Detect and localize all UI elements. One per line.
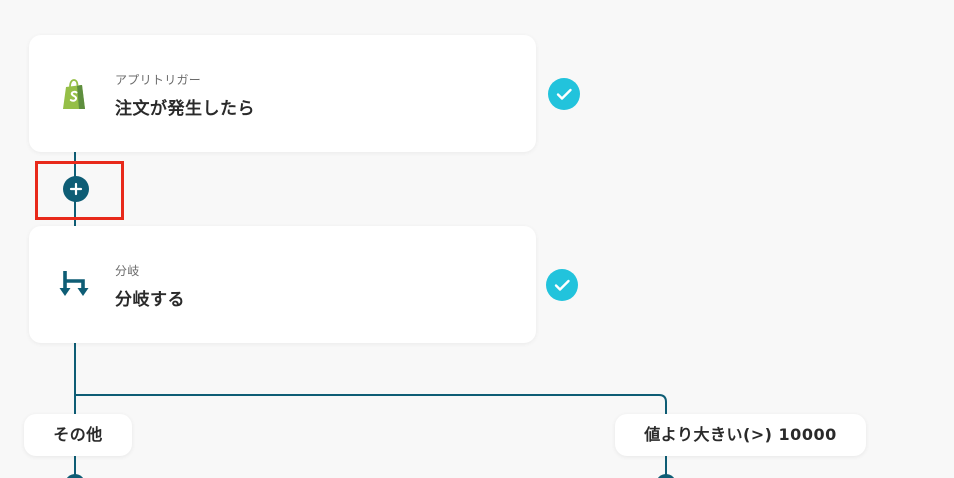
trigger-step-subtitle: アプリトリガー xyxy=(115,73,202,87)
trigger-status-check-icon xyxy=(548,78,580,110)
trigger-step-card[interactable]: アプリトリガー 注文が発生したら xyxy=(29,35,536,152)
flow-canvas: アプリトリガー 注文が発生したら 分岐 分岐する その他 値より大きい(>) 1… xyxy=(0,0,954,478)
trigger-step-title: 注文が発生したら xyxy=(115,99,255,119)
branch-condition-label[interactable]: 値より大きい(>) 10000 xyxy=(615,414,866,456)
branch-step-card[interactable]: 分岐 分岐する xyxy=(29,226,536,343)
branch-step-subtitle: 分岐 xyxy=(115,264,140,278)
branch-step-title: 分岐する xyxy=(115,290,185,310)
branch-else-label[interactable]: その他 xyxy=(24,414,132,456)
branch-icon xyxy=(57,268,93,304)
shopify-icon xyxy=(57,77,93,113)
add-step-highlight xyxy=(35,161,124,220)
branch-status-check-icon xyxy=(546,269,578,301)
